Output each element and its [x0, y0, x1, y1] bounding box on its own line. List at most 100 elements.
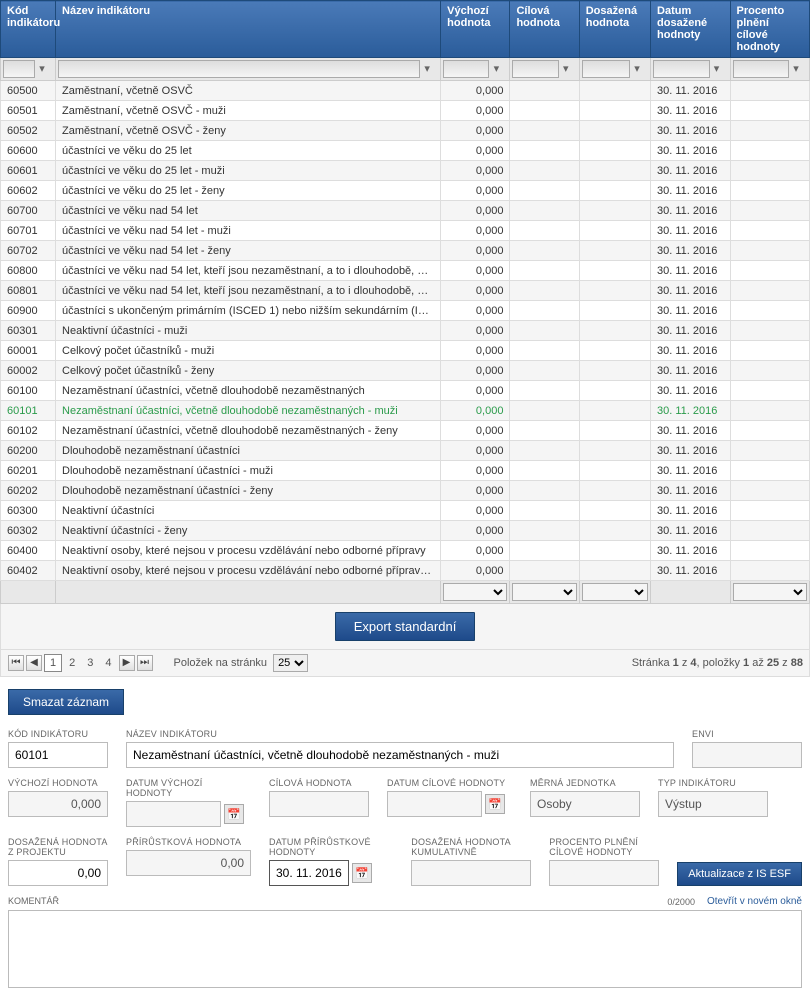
table-row[interactable]: 60402Neaktivní osoby, které nejsou v pro…	[1, 561, 810, 581]
filter-icon[interactable]: ▾	[35, 60, 49, 78]
table-row[interactable]: 60800účastníci ve věku nad 54 let, kteří…	[1, 261, 810, 281]
cell-procento	[730, 381, 810, 401]
datum-prir-input[interactable]	[269, 860, 349, 886]
sum-vychozi[interactable]	[443, 583, 507, 601]
cell-datum: 30. 11. 2016	[651, 421, 730, 441]
table-row[interactable]: 60300Neaktivní účastníci0,00030. 11. 201…	[1, 501, 810, 521]
filter-icon[interactable]: ▾	[789, 60, 803, 78]
nazev-input[interactable]	[126, 742, 674, 768]
table-row[interactable]: 60801účastníci ve věku nad 54 let, kteří…	[1, 281, 810, 301]
filter-icon[interactable]: ▾	[489, 60, 503, 78]
pager-first[interactable]: ⏮	[8, 655, 24, 671]
cell-vychozi: 0,000	[441, 221, 510, 241]
calendar-icon[interactable]: 📅	[485, 794, 505, 814]
filter-code[interactable]	[3, 60, 35, 78]
cell-vychozi: 0,000	[441, 461, 510, 481]
delete-button[interactable]: Smazat záznam	[8, 689, 124, 715]
cell-vychozi: 0,000	[441, 261, 510, 281]
sum-cilova[interactable]	[512, 583, 576, 601]
filter-icon[interactable]: ▾	[559, 60, 573, 78]
sum-procento[interactable]	[733, 583, 808, 601]
cell-procento	[730, 441, 810, 461]
table-row[interactable]: 60002Celkový počet účastníků - ženy0,000…	[1, 361, 810, 381]
calendar-icon[interactable]: 📅	[224, 804, 244, 824]
table-row[interactable]: 60700účastníci ve věku nad 54 let0,00030…	[1, 201, 810, 221]
pager-prev[interactable]: ◀	[26, 655, 42, 671]
table-row[interactable]: 60001Celkový počet účastníků - muži0,000…	[1, 341, 810, 361]
pager-page-4[interactable]: 4	[100, 655, 116, 671]
cell-procento	[730, 101, 810, 121]
cell-code: 60001	[1, 341, 56, 361]
komentar-textarea[interactable]	[8, 910, 802, 988]
table-row[interactable]: 60601účastníci ve věku do 25 let - muži0…	[1, 161, 810, 181]
cell-name: Neaktivní účastníci - ženy	[56, 521, 441, 541]
table-row[interactable]: 60400Neaktivní osoby, které nejsou v pro…	[1, 541, 810, 561]
table-row[interactable]: 60100Nezaměstnaní účastníci, včetně dlou…	[1, 381, 810, 401]
filter-name[interactable]	[58, 60, 420, 78]
cell-procento	[730, 361, 810, 381]
sum-dosazena[interactable]	[582, 583, 648, 601]
col-datum[interactable]: Datum dosažené hodnoty	[651, 1, 730, 58]
table-row[interactable]: 60500Zaměstnaní, včetně OSVČ0,00030. 11.…	[1, 81, 810, 101]
table-row[interactable]: 60502Zaměstnaní, včetně OSVČ - ženy0,000…	[1, 121, 810, 141]
pager-page-2[interactable]: 2	[64, 655, 80, 671]
table-row[interactable]: 60602účastníci ve věku do 25 let - ženy0…	[1, 181, 810, 201]
filter-vychozi[interactable]	[443, 60, 489, 78]
table-row[interactable]: 60600účastníci ve věku do 25 let0,00030.…	[1, 141, 810, 161]
filter-icon[interactable]: ▾	[630, 60, 644, 78]
filter-icon[interactable]: ▾	[710, 60, 724, 78]
filter-dosazena[interactable]	[582, 60, 630, 78]
table-row[interactable]: 60102Nezaměstnaní účastníci, včetně dlou…	[1, 421, 810, 441]
table-row[interactable]: 60701účastníci ve věku nad 54 let - muži…	[1, 221, 810, 241]
cell-cilova	[510, 241, 579, 261]
kod-input[interactable]	[8, 742, 108, 768]
table-row[interactable]: 60201Dlouhodobě nezaměstnaní účastníci -…	[1, 461, 810, 481]
cell-name: účastníci ve věku nad 54 let - ženy	[56, 241, 441, 261]
col-dosazena[interactable]: Dosažená hodnota	[579, 1, 650, 58]
table-row[interactable]: 60101Nezaměstnaní účastníci, včetně dlou…	[1, 401, 810, 421]
cell-vychozi: 0,000	[441, 281, 510, 301]
cell-name: Dlouhodobě nezaměstnaní účastníci	[56, 441, 441, 461]
col-code[interactable]: Kód indikátoru	[1, 1, 56, 58]
dosaz-kum-input	[411, 860, 531, 886]
pager-page-1[interactable]: 1	[44, 654, 62, 672]
pager-page-3[interactable]: 3	[82, 655, 98, 671]
filter-datum[interactable]	[653, 60, 709, 78]
pager-status: Stránka 1 z 4, položky 1 až 25 z 88	[632, 657, 803, 669]
table-row[interactable]: 60900účastníci s ukončeným primárním (IS…	[1, 301, 810, 321]
cell-cilova	[510, 361, 579, 381]
col-cilova[interactable]: Cílová hodnota	[510, 1, 579, 58]
cell-cilova	[510, 481, 579, 501]
col-procento[interactable]: Procento plnění cílové hodnoty	[730, 1, 810, 58]
cell-vychozi: 0,000	[441, 541, 510, 561]
cell-procento	[730, 241, 810, 261]
export-button[interactable]: Export standardní	[335, 612, 476, 641]
pager-last[interactable]: ⏭	[137, 655, 153, 671]
pager-next[interactable]: ▶	[119, 655, 135, 671]
cell-datum: 30. 11. 2016	[651, 521, 730, 541]
cell-datum: 30. 11. 2016	[651, 321, 730, 341]
komentar-label: KOMENTÁŘ	[8, 896, 59, 907]
table-row[interactable]: 60200Dlouhodobě nezaměstnaní účastníci0,…	[1, 441, 810, 461]
filter-icon[interactable]: ▾	[420, 60, 434, 78]
dosazena-input[interactable]	[8, 860, 108, 886]
table-row[interactable]: 60301Neaktivní účastníci - muži0,00030. …	[1, 321, 810, 341]
table-row[interactable]: 60702účastníci ve věku nad 54 let - ženy…	[1, 241, 810, 261]
calendar-icon[interactable]: 📅	[352, 863, 372, 883]
update-button[interactable]: Aktualizace z IS ESF	[677, 862, 802, 886]
cell-vychozi: 0,000	[441, 201, 510, 221]
table-row[interactable]: 60202Dlouhodobě nezaměstnaní účastníci -…	[1, 481, 810, 501]
filter-cilova[interactable]	[512, 60, 558, 78]
col-vychozi[interactable]: Výchozí hodnota	[441, 1, 510, 58]
cell-dosazena	[579, 261, 650, 281]
col-name[interactable]: Název indikátoru	[56, 1, 441, 58]
table-row[interactable]: 60501Zaměstnaní, včetně OSVČ - muži0,000…	[1, 101, 810, 121]
per-page-select[interactable]: 25	[273, 654, 308, 672]
cell-cilova	[510, 201, 579, 221]
table-row[interactable]: 60302Neaktivní účastníci - ženy0,00030. …	[1, 521, 810, 541]
cell-vychozi: 0,000	[441, 401, 510, 421]
cell-name: účastníci ve věku nad 54 let - muži	[56, 221, 441, 241]
open-new-window-link[interactable]: Otevřít v novém okně	[707, 896, 802, 907]
filter-procento[interactable]	[733, 60, 790, 78]
cell-datum: 30. 11. 2016	[651, 301, 730, 321]
